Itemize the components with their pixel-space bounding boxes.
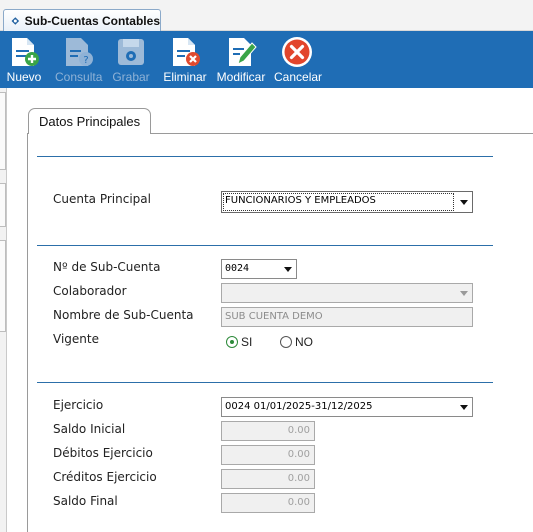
cancel-icon xyxy=(282,37,312,67)
modificar-button[interactable]: Modificar xyxy=(216,35,266,84)
window-tab[interactable]: Sub-Cuentas Contables xyxy=(3,9,161,31)
radio-unchecked-icon xyxy=(280,336,292,348)
saldo-final-label: Saldo Final xyxy=(53,494,118,508)
creditos-ejercicio-label: Créditos Ejercicio xyxy=(53,470,157,484)
side-panel-strip[interactable] xyxy=(0,88,7,532)
section-divider xyxy=(37,156,493,157)
new-document-icon xyxy=(12,38,39,66)
save-disk-icon xyxy=(118,39,144,65)
ejercicio-label: Ejercicio xyxy=(53,398,104,412)
section-divider xyxy=(37,245,493,246)
vigente-si-radio[interactable]: SI xyxy=(226,335,252,349)
delete-document-icon xyxy=(173,38,200,66)
main-content: Datos Principales Cuenta Principal FUNCI… xyxy=(7,88,533,532)
tab-datos-principales[interactable]: Datos Principales xyxy=(28,108,151,134)
cancelar-label: Cancelar xyxy=(274,70,323,84)
nuevo-label: Nuevo xyxy=(6,70,42,84)
query-document-icon: ? xyxy=(66,38,93,66)
grabar-button[interactable]: Grabar xyxy=(112,35,150,84)
cancelar-button[interactable]: Cancelar xyxy=(274,35,323,84)
window-tab-title: Sub-Cuentas Contables xyxy=(24,13,160,28)
debitos-ejercicio-label: Débitos Ejercicio xyxy=(53,446,153,460)
saldo-inicial-label: Saldo Inicial xyxy=(53,422,126,436)
grabar-label: Grabar xyxy=(112,70,150,84)
ejercicio-value: 0024 01/01/2025-31/12/2025 xyxy=(225,401,373,412)
saldo-inicial-field[interactable]: 0.00 xyxy=(221,421,315,441)
toolbar: Nuevo ? Consulta Grabar Eliminar Modific… xyxy=(0,31,533,88)
eliminar-button[interactable]: Eliminar xyxy=(163,35,207,84)
nombre-subcuenta-label: Nombre de Sub-Cuenta xyxy=(53,308,194,322)
vigente-no-radio[interactable]: NO xyxy=(280,335,313,349)
consulta-button[interactable]: ? Consulta xyxy=(55,35,103,84)
edit-document-icon xyxy=(229,38,257,66)
app-icon xyxy=(11,16,20,25)
cuenta-principal-select[interactable]: FUNCIONARIOS Y EMPLEADOS xyxy=(221,191,473,213)
consulta-label: Consulta xyxy=(55,70,103,84)
colaborador-label: Colaborador xyxy=(53,284,127,298)
radio-checked-icon xyxy=(226,336,238,348)
creditos-ejercicio-field[interactable]: 0.00 xyxy=(221,469,315,489)
ejercicio-select[interactable]: 0024 01/01/2025-31/12/2025 xyxy=(221,397,473,417)
side-panel-handle[interactable] xyxy=(0,183,6,227)
nuevo-button[interactable]: Nuevo xyxy=(6,35,42,84)
cuenta-principal-label: Cuenta Principal xyxy=(53,192,151,206)
svg-text:?: ? xyxy=(83,55,88,66)
numero-subcuenta-label: Nº de Sub-Cuenta xyxy=(53,260,161,274)
nombre-subcuenta-value: SUB CUENTA DEMO xyxy=(225,311,323,322)
colaborador-select[interactable] xyxy=(221,283,473,303)
vigente-label: Vigente xyxy=(53,332,99,346)
numero-subcuenta-select[interactable]: 0024 xyxy=(221,259,297,279)
vigente-si-label: SI xyxy=(241,335,253,349)
chevron-down-icon xyxy=(460,291,468,296)
cuenta-principal-value: FUNCIONARIOS Y EMPLEADOS xyxy=(223,193,454,211)
saldo-final-field[interactable]: 0.00 xyxy=(221,493,315,513)
modificar-label: Modificar xyxy=(216,70,266,84)
section-divider xyxy=(37,382,493,383)
numero-subcuenta-value: 0024 xyxy=(225,263,250,274)
window-tab-bar: Sub-Cuentas Contables xyxy=(0,0,533,31)
debitos-ejercicio-field[interactable]: 0.00 xyxy=(221,445,315,465)
vigente-no-label: NO xyxy=(295,335,313,349)
eliminar-label: Eliminar xyxy=(163,70,207,84)
chevron-down-icon xyxy=(460,200,468,205)
chevron-down-icon xyxy=(460,405,468,410)
chevron-down-icon xyxy=(284,267,292,272)
side-panel-handle[interactable] xyxy=(0,92,6,170)
side-panel-handle[interactable] xyxy=(0,240,6,332)
nombre-subcuenta-field[interactable]: SUB CUENTA DEMO xyxy=(221,307,473,327)
